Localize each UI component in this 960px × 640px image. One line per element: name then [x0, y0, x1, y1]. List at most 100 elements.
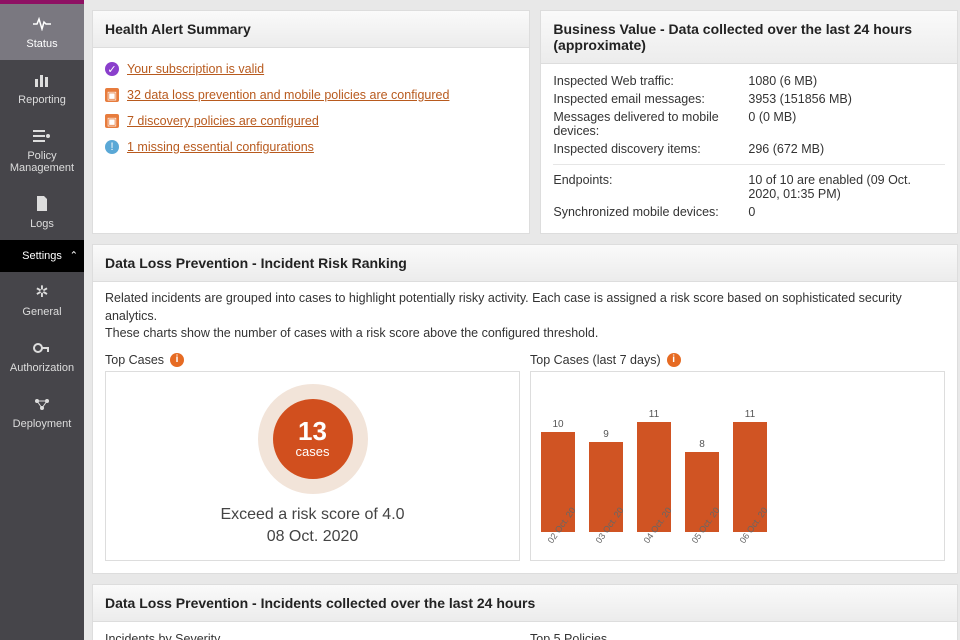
top-row: Health Alert Summary ✓ Your subscription…: [92, 10, 958, 234]
kv-key: Endpoints:: [553, 173, 748, 201]
sidebar-item-label: Reporting: [18, 94, 66, 106]
risk-desc: Related incidents are grouped into cases…: [93, 282, 957, 347]
donut-inner: 13 cases: [273, 399, 353, 479]
health-body: ✓ Your subscription is valid ▣ 32 data l…: [93, 48, 529, 172]
bar-value: 8: [699, 439, 705, 450]
info-icon[interactable]: i: [667, 353, 681, 367]
risk-desc-line: Related incidents are grouped into cases…: [105, 290, 945, 325]
kv-row: Endpoints:10 of 10 are enabled (09 Oct. …: [553, 171, 945, 203]
sidebar-item-logs[interactable]: Logs: [0, 184, 84, 240]
info-icon[interactable]: i: [170, 353, 184, 367]
divider: [553, 164, 945, 165]
config-icon: ▣: [105, 88, 119, 102]
donut-num: 13: [298, 418, 327, 444]
top-cases-7d-col: Top Cases (last 7 days) i 1091181102 Oct…: [530, 347, 945, 561]
alert-line: ▣ 7 discovery policies are configured: [105, 108, 517, 134]
sidebar-item-authorization[interactable]: Authorization: [0, 328, 84, 384]
sidebar-item-label: General: [22, 306, 61, 318]
alert-link[interactable]: 1 missing essential configurations: [127, 140, 314, 154]
kv-val: 3953 (151856 MB): [748, 92, 945, 106]
kv-val: 0 (0 MB): [748, 110, 945, 138]
alert-line: ✓ Your subscription is valid: [105, 56, 517, 82]
kv-val: 1080 (6 MB): [748, 74, 945, 88]
main-content: Health Alert Summary ✓ Your subscription…: [84, 0, 960, 640]
inc24-title: Data Loss Prevention - Incidents collect…: [93, 585, 957, 622]
donut-wrap: 13 cases Exceed a risk score of 4.0 08 O…: [106, 372, 519, 560]
bar-value: 10: [552, 419, 563, 430]
risk-title: Data Loss Prevention - Incident Risk Ran…: [93, 245, 957, 282]
donut-label: cases: [296, 444, 330, 459]
risk-panel: Data Loss Prevention - Incident Risk Ran…: [92, 244, 958, 574]
sidebar-item-settings[interactable]: Settings ⌃: [0, 240, 84, 272]
config-icon: ▣: [105, 114, 119, 128]
donut-chart[interactable]: 13 cases Exceed a risk score of 4.0 08 O…: [105, 371, 520, 561]
alert-line: ▣ 32 data loss prevention and mobile pol…: [105, 82, 517, 108]
alert-link[interactable]: Your subscription is valid: [127, 62, 264, 76]
sidebar-item-reporting[interactable]: Reporting: [0, 60, 84, 116]
sidebar-item-status[interactable]: Status: [0, 4, 84, 60]
kv-key: Inspected discovery items:: [553, 142, 748, 156]
bar-chart-icon: [31, 70, 53, 90]
sidebar-item-label: Policy Management: [4, 150, 80, 174]
risk-desc-line: These charts show the number of cases wi…: [105, 325, 945, 343]
sidebar-item-label: Authorization: [10, 362, 74, 374]
chart-title-text: Top Cases (last 7 days): [530, 353, 661, 367]
inc24-panel: Data Loss Prevention - Incidents collect…: [92, 584, 958, 640]
kv-row: Inspected discovery items:296 (672 MB): [553, 140, 945, 158]
warn-icon: !: [105, 140, 119, 154]
chart-title: Top Cases (last 7 days) i: [530, 347, 945, 371]
risk-row: Data Loss Prevention - Incident Risk Ran…: [92, 244, 958, 574]
bar-value: 9: [603, 429, 609, 440]
inc24-sub-row: Incidents by Severity High Medium Low 32…: [93, 622, 957, 640]
policies-title: Top 5 Policies: [530, 628, 945, 640]
kv-val: 296 (672 MB): [748, 142, 945, 156]
gear-icon: ✲: [31, 282, 53, 302]
kv-key: Synchronized mobile devices:: [553, 205, 748, 219]
deploy-icon: [31, 394, 53, 414]
kv-row: Inspected email messages:3953 (151856 MB…: [553, 90, 945, 108]
donut-caption: Exceed a risk score of 4.0 08 Oct. 2020: [220, 504, 404, 547]
business-value-panel: Business Value - Data collected over the…: [540, 10, 958, 234]
severity-title: Incidents by Severity: [105, 628, 520, 640]
alert-link[interactable]: 7 discovery policies are configured: [127, 114, 319, 128]
health-title: Health Alert Summary: [93, 11, 529, 48]
kv-val: 10 of 10 are enabled (09 Oct. 2020, 01:3…: [748, 173, 945, 201]
inc24-row: Data Loss Prevention - Incidents collect…: [92, 584, 958, 640]
app-root: Status Reporting Policy Management Logs …: [0, 0, 960, 640]
file-icon: [31, 194, 53, 214]
alert-link[interactable]: 32 data loss prevention and mobile polic…: [127, 88, 449, 102]
bar-chart-7d[interactable]: 1091181102 Oct. 2003 Oct. 2004 Oct. 2005…: [530, 371, 945, 561]
kv-key: Messages delivered to mobile devices:: [553, 110, 748, 138]
donut-ring: 13 cases: [258, 384, 368, 494]
kv-key: Inspected email messages:: [553, 92, 748, 106]
kv-val: 0: [748, 205, 945, 219]
kv-key: Inspected Web traffic:: [553, 74, 748, 88]
donut-caption-line: 08 Oct. 2020: [220, 526, 404, 548]
policies-col: Top 5 Policies HIPAASocial Security Numb…: [530, 628, 945, 640]
chart-title-text: Top Cases: [105, 353, 164, 367]
sidebar-item-label: Settings: [22, 250, 62, 262]
bar-value: 11: [649, 409, 659, 420]
kv-row: Synchronized mobile devices:0: [553, 203, 945, 221]
chart-title: Top Cases i: [105, 347, 520, 371]
top-cases-col: Top Cases i 13 cases: [105, 347, 520, 561]
kv-row: Messages delivered to mobile devices:0 (…: [553, 108, 945, 140]
sidebar-item-label: Logs: [30, 218, 54, 230]
key-icon: [31, 338, 53, 358]
health-panel: Health Alert Summary ✓ Your subscription…: [92, 10, 530, 234]
sidebar-item-deployment[interactable]: Deployment: [0, 384, 84, 440]
alert-line: ! 1 missing essential configurations: [105, 134, 517, 160]
sidebar-item-label: Deployment: [13, 418, 72, 430]
sidebar-item-policy[interactable]: Policy Management: [0, 116, 84, 184]
sidebar-item-general[interactable]: ✲ General: [0, 272, 84, 328]
risk-charts: Top Cases i 13 cases: [93, 347, 957, 573]
sidebar-item-label: Status: [26, 38, 57, 50]
donut-caption-line: Exceed a risk score of 4.0: [220, 504, 404, 526]
severity-col: Incidents by Severity High Medium Low 32…: [105, 628, 520, 640]
bar-value: 11: [745, 409, 755, 420]
kv-row: Inspected Web traffic:1080 (6 MB): [553, 72, 945, 90]
check-icon: ✓: [105, 62, 119, 76]
bv-body: Inspected Web traffic:1080 (6 MB) Inspec…: [541, 64, 957, 233]
sidebar: Status Reporting Policy Management Logs …: [0, 0, 84, 640]
pulse-icon: [31, 14, 53, 34]
